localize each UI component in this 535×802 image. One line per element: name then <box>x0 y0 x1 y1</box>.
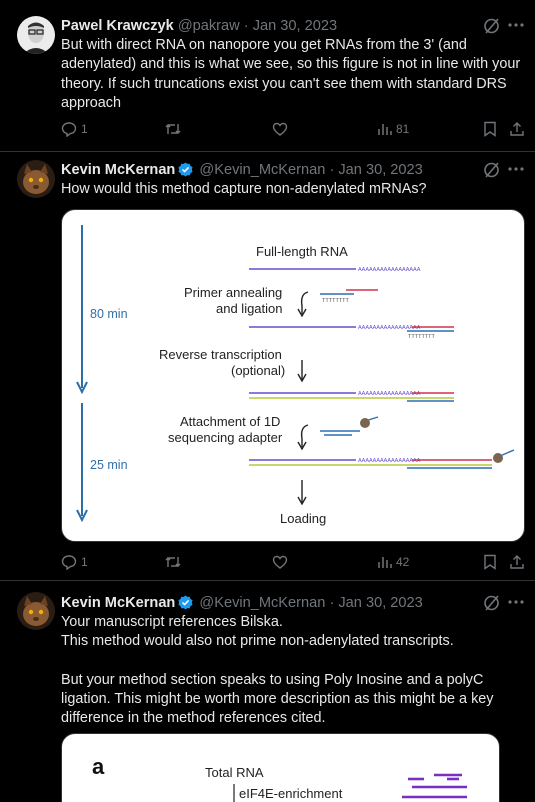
step-label: Full-length RNA <box>256 244 348 259</box>
verified-badge-icon[interactable] <box>178 162 193 177</box>
reply-count: 1 <box>81 122 88 136</box>
tweet-text: How would this method capture non-adenyl… <box>61 181 427 197</box>
tweet-header: Kevin McKernan @Kevin_McKernan · Jan 30,… <box>61 594 423 612</box>
author-name[interactable]: Kevin McKernan <box>61 162 175 178</box>
author-handle[interactable]: @Kevin_McKernan <box>199 595 325 611</box>
reply-button[interactable]: 1 <box>61 121 88 137</box>
poly-a-tail: AAAAAAAAAAAAAAAAA <box>358 267 421 273</box>
author-handle[interactable]: @Kevin_McKernan <box>199 162 325 178</box>
views-icon <box>378 557 392 568</box>
poly-t-primer: TTTTTTTT <box>322 298 350 304</box>
more-options-icon[interactable] <box>508 599 524 605</box>
tweet-2[interactable]: Kevin McKernan @Kevin_McKernan · Jan 30,… <box>0 152 535 580</box>
tweet-text: But with direct RNA on nanopore you get … <box>61 37 521 111</box>
bookmark-icon <box>484 121 496 137</box>
figure-card[interactable]: 80 min 25 min Full-length RNA AAAAAAAAAA… <box>61 209 525 542</box>
bookmark-button[interactable] <box>483 121 497 137</box>
avatar[interactable] <box>17 592 55 630</box>
avatar[interactable] <box>17 160 55 198</box>
avatar-image <box>17 592 55 630</box>
more-options-icon[interactable] <box>508 22 524 28</box>
tweet-header: Pawel Krawczyk @pakraw · Jan 30, 2023 <box>61 17 337 35</box>
tweet-1[interactable]: Pawel Krawczyk @pakraw · Jan 30, 2023 Bu… <box>0 0 535 150</box>
reply-count: 1 <box>81 555 88 569</box>
grok-icon[interactable] <box>483 161 501 179</box>
separator-dot: · <box>243 18 249 34</box>
adapter-strand <box>499 449 515 457</box>
step-label: and ligation <box>216 301 283 316</box>
author-name[interactable]: Kevin McKernan <box>61 595 175 611</box>
reply-icon <box>61 555 77 570</box>
step-label: Loading <box>280 511 326 526</box>
enrichment-figure: a Total RNA eIF4E-enrichment <box>92 754 467 802</box>
share-icon <box>510 122 524 136</box>
like-icon <box>272 555 288 569</box>
poly-a-tail: AAAAAAAAAAAAAAAAA <box>358 325 421 331</box>
avatar-image <box>17 160 55 198</box>
time-label: 80 min <box>90 307 128 321</box>
reply-icon <box>61 122 77 137</box>
grok-icon[interactable] <box>483 17 501 35</box>
like-icon <box>272 122 288 136</box>
figure-card[interactable]: a Total RNA eIF4E-enrichment <box>61 733 500 802</box>
figure-label: Total RNA <box>205 765 264 780</box>
separator-dot: · <box>329 162 335 178</box>
tweet-date[interactable]: Jan 30, 2023 <box>253 18 337 34</box>
step-label: (optional) <box>231 363 285 378</box>
step-label: Primer annealing <box>184 285 282 300</box>
tweet-header: Kevin McKernan @Kevin_McKernan · Jan 30,… <box>61 161 423 179</box>
poly-t-primer: TTTTTTTT <box>408 334 436 340</box>
action-bar: 1 81 <box>61 121 524 141</box>
panel-label: a <box>92 754 105 779</box>
poly-a-tail: AAAAAAAAAAAAAAAAA <box>358 458 421 464</box>
views-count: 42 <box>396 555 410 569</box>
repost-button[interactable] <box>164 554 182 570</box>
tweet-date[interactable]: Jan 30, 2023 <box>338 595 422 611</box>
tweet-date[interactable]: Jan 30, 2023 <box>338 162 422 178</box>
poly-a-tail: AAAAAAAAAAAAAAAAA <box>358 391 421 397</box>
views-count: 81 <box>396 122 410 136</box>
tweet-text: Your manuscript references Bilska. This … <box>61 614 494 727</box>
avatar-image <box>17 16 55 54</box>
more-options-icon[interactable] <box>508 166 524 172</box>
repost-button[interactable] <box>164 121 182 137</box>
motor-protein <box>493 453 503 463</box>
bookmark-button[interactable] <box>483 554 497 570</box>
share-button[interactable] <box>509 121 525 137</box>
tweet-3[interactable]: Kevin McKernan @Kevin_McKernan · Jan 30,… <box>0 581 535 802</box>
reply-button[interactable]: 1 <box>61 554 88 570</box>
author-name[interactable]: Pawel Krawczyk <box>61 18 174 34</box>
views-icon <box>378 124 392 135</box>
avatar[interactable] <box>17 16 55 54</box>
repost-icon <box>165 124 181 134</box>
share-button[interactable] <box>509 554 525 570</box>
share-icon <box>510 555 524 569</box>
step-label: Attachment of 1D <box>180 414 280 429</box>
like-button[interactable] <box>272 121 288 137</box>
separator-dot: · <box>329 595 335 611</box>
verified-badge-icon[interactable] <box>178 595 193 610</box>
views-button[interactable]: 81 <box>376 121 409 137</box>
action-bar: 1 42 <box>61 554 524 574</box>
bookmark-icon <box>484 554 496 570</box>
author-handle[interactable]: @pakraw <box>178 18 240 34</box>
library-prep-figure: 80 min 25 min Full-length RNA AAAAAAAAAA… <box>76 225 515 526</box>
motor-protein <box>360 418 370 428</box>
like-button[interactable] <box>272 554 288 570</box>
time-label: 25 min <box>90 458 128 472</box>
views-button[interactable]: 42 <box>376 554 409 570</box>
step-label: sequencing adapter <box>168 430 283 445</box>
figure-label: eIF4E-enrichment <box>239 786 343 801</box>
step-label: Reverse transcription <box>159 347 282 362</box>
repost-icon <box>165 557 181 567</box>
grok-icon[interactable] <box>483 594 501 612</box>
